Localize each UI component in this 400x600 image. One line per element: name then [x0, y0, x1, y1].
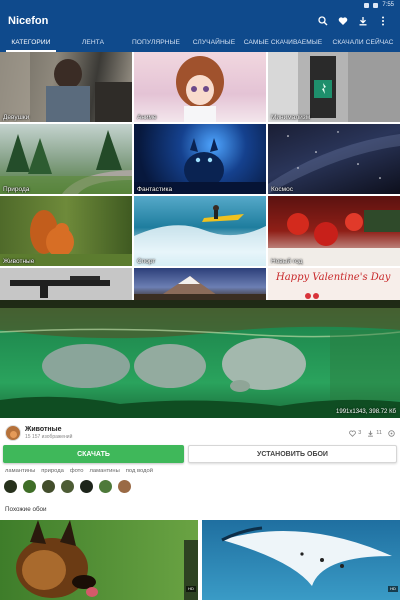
app-bar: 7:55 Nicefon КАТЕГОРИИ ЛЕНТА ПОПУЛЯРНЫЕ …	[0, 0, 400, 52]
similar-wallpaper-manta[interactable]: HD	[202, 520, 400, 600]
category-tile-girls[interactable]: Девушки	[0, 52, 132, 122]
category-label: Фантастика	[137, 186, 173, 193]
tab-feed[interactable]: ЛЕНТА	[62, 32, 124, 52]
minimalism-thumbnail	[268, 52, 400, 122]
app-title: Nicefon	[8, 15, 49, 27]
hd-badge: HD	[388, 586, 398, 592]
dog-thumbnail	[16, 520, 198, 600]
download-count-icon	[368, 430, 374, 437]
category-label: Девушки	[3, 114, 30, 121]
weapons-thumbnail	[10, 276, 110, 298]
manta-thumbnail	[221, 526, 392, 586]
likes-count: 3	[358, 430, 362, 436]
category-label: Спорт	[137, 258, 156, 265]
category-tile-sport[interactable]: Спорт	[134, 196, 266, 266]
category-tile-weapons[interactable]	[0, 268, 132, 300]
wifi-icon	[364, 2, 370, 8]
landscapes-thumbnail	[134, 276, 266, 300]
tab-downloaded-now[interactable]: СКАЧАЛИ СЕЙЧАС	[326, 32, 400, 52]
tag-item[interactable]: фото	[70, 468, 84, 474]
girls-thumbnail	[0, 52, 132, 122]
category-tile-anime[interactable]: Аниме	[134, 52, 266, 122]
tag-item[interactable]: под водой	[126, 468, 153, 474]
downloads-stat: 11	[367, 430, 382, 437]
color-swatch[interactable]	[80, 480, 93, 493]
tag-list: ламантины природа фото ламантины под вод…	[5, 468, 153, 474]
category-tile-new-year[interactable]: Новый год	[268, 196, 400, 266]
animals-thumbnail	[0, 210, 132, 266]
category-label: Минимализм	[271, 114, 311, 121]
category-tile-holidays[interactable]: Happy Valentine's Day	[268, 268, 400, 300]
category-tile-minimalism[interactable]: Минимализм	[268, 52, 400, 122]
color-swatches	[4, 480, 131, 493]
category-tile-fantasy[interactable]: Фантастика	[134, 124, 266, 194]
category-label: Природа	[3, 186, 30, 193]
hearts-decoration	[305, 293, 319, 299]
category-label: Новый год	[271, 258, 303, 265]
tag-item[interactable]: ламантины	[90, 468, 120, 474]
category-tile-space[interactable]: Космос	[268, 124, 400, 194]
category-label: Аниме	[137, 114, 157, 121]
tag-item[interactable]: ламантины	[5, 468, 35, 474]
preview-top-strip	[0, 300, 400, 308]
color-swatch[interactable]	[99, 480, 112, 493]
category-grid: Девушки Аниме Минимализм Природа Фантаст…	[0, 52, 400, 300]
avatar[interactable]	[5, 425, 21, 441]
stats: 3 11	[349, 429, 395, 437]
battery-icon	[373, 2, 379, 8]
fantasy-thumbnail	[134, 138, 266, 194]
category-tile-landscapes[interactable]	[134, 268, 266, 300]
status-time: 7:55	[382, 2, 394, 8]
category-tile-animals[interactable]: Животные	[0, 196, 132, 266]
author-subtitle: 15 157 изображений	[25, 434, 73, 440]
manatee-image	[0, 300, 400, 418]
toolbar: Nicefon	[0, 10, 400, 32]
author-name[interactable]: Животные	[25, 426, 72, 433]
similar-wallpapers-title: Похожие обои	[5, 506, 47, 513]
more-vert-icon[interactable]	[374, 12, 392, 30]
tab-random[interactable]: СЛУЧАЙНЫЕ	[188, 32, 240, 52]
heart-icon[interactable]	[334, 12, 352, 30]
sport-thumbnail	[134, 205, 266, 266]
similar-wallpaper-dog[interactable]: HD	[0, 520, 198, 600]
space-thumbnail	[268, 131, 400, 194]
hd-badge: HD	[186, 586, 196, 592]
tab-bar: КАТЕГОРИИ ЛЕНТА ПОПУЛЯРНЫЕ СЛУЧАЙНЫЕ САМ…	[0, 32, 400, 52]
image-resolution-size: 1991x1343, 398.72 Кб	[336, 409, 396, 415]
category-label: Животные	[3, 258, 35, 265]
downloads-count: 11	[376, 430, 382, 436]
color-swatch[interactable]	[23, 480, 36, 493]
heart-outline-icon	[349, 430, 357, 437]
author-row: Животные 15 157 изображений 3 11	[5, 422, 395, 444]
download-button[interactable]: СКАЧАТЬ	[3, 445, 184, 463]
category-label: Космос	[271, 186, 293, 193]
download-icon[interactable]	[354, 12, 372, 30]
info-icon[interactable]	[388, 429, 395, 437]
nature-thumbnail	[0, 130, 132, 194]
new-year-thumbnail	[268, 210, 400, 266]
likes-stat[interactable]: 3	[349, 430, 361, 437]
detail-panel: Животные 15 157 изображений 3 11 СКАЧАТЬ…	[0, 418, 400, 600]
status-bar: 7:55	[0, 0, 400, 10]
tab-popular[interactable]: ПОПУЛЯРНЫЕ	[124, 32, 188, 52]
set-wallpaper-button[interactable]: УСТАНОВИТЬ ОБОИ	[188, 445, 397, 463]
color-swatch[interactable]	[118, 480, 131, 493]
color-swatch[interactable]	[4, 480, 17, 493]
category-tile-nature[interactable]: Природа	[0, 124, 132, 194]
tag-item[interactable]: природа	[41, 468, 64, 474]
color-swatch[interactable]	[61, 480, 74, 493]
tab-categories[interactable]: КАТЕГОРИИ	[0, 32, 62, 52]
search-icon[interactable]	[314, 12, 332, 30]
tab-most-downloaded[interactable]: САМЫЕ СКАЧИВАЕМЫЕ	[240, 32, 326, 52]
wallpaper-preview[interactable]: 1991x1343, 398.72 Кб	[0, 300, 400, 418]
color-swatch[interactable]	[42, 480, 55, 493]
author-info: Животные 15 157 изображений	[25, 426, 72, 440]
anime-thumbnail	[176, 56, 224, 122]
